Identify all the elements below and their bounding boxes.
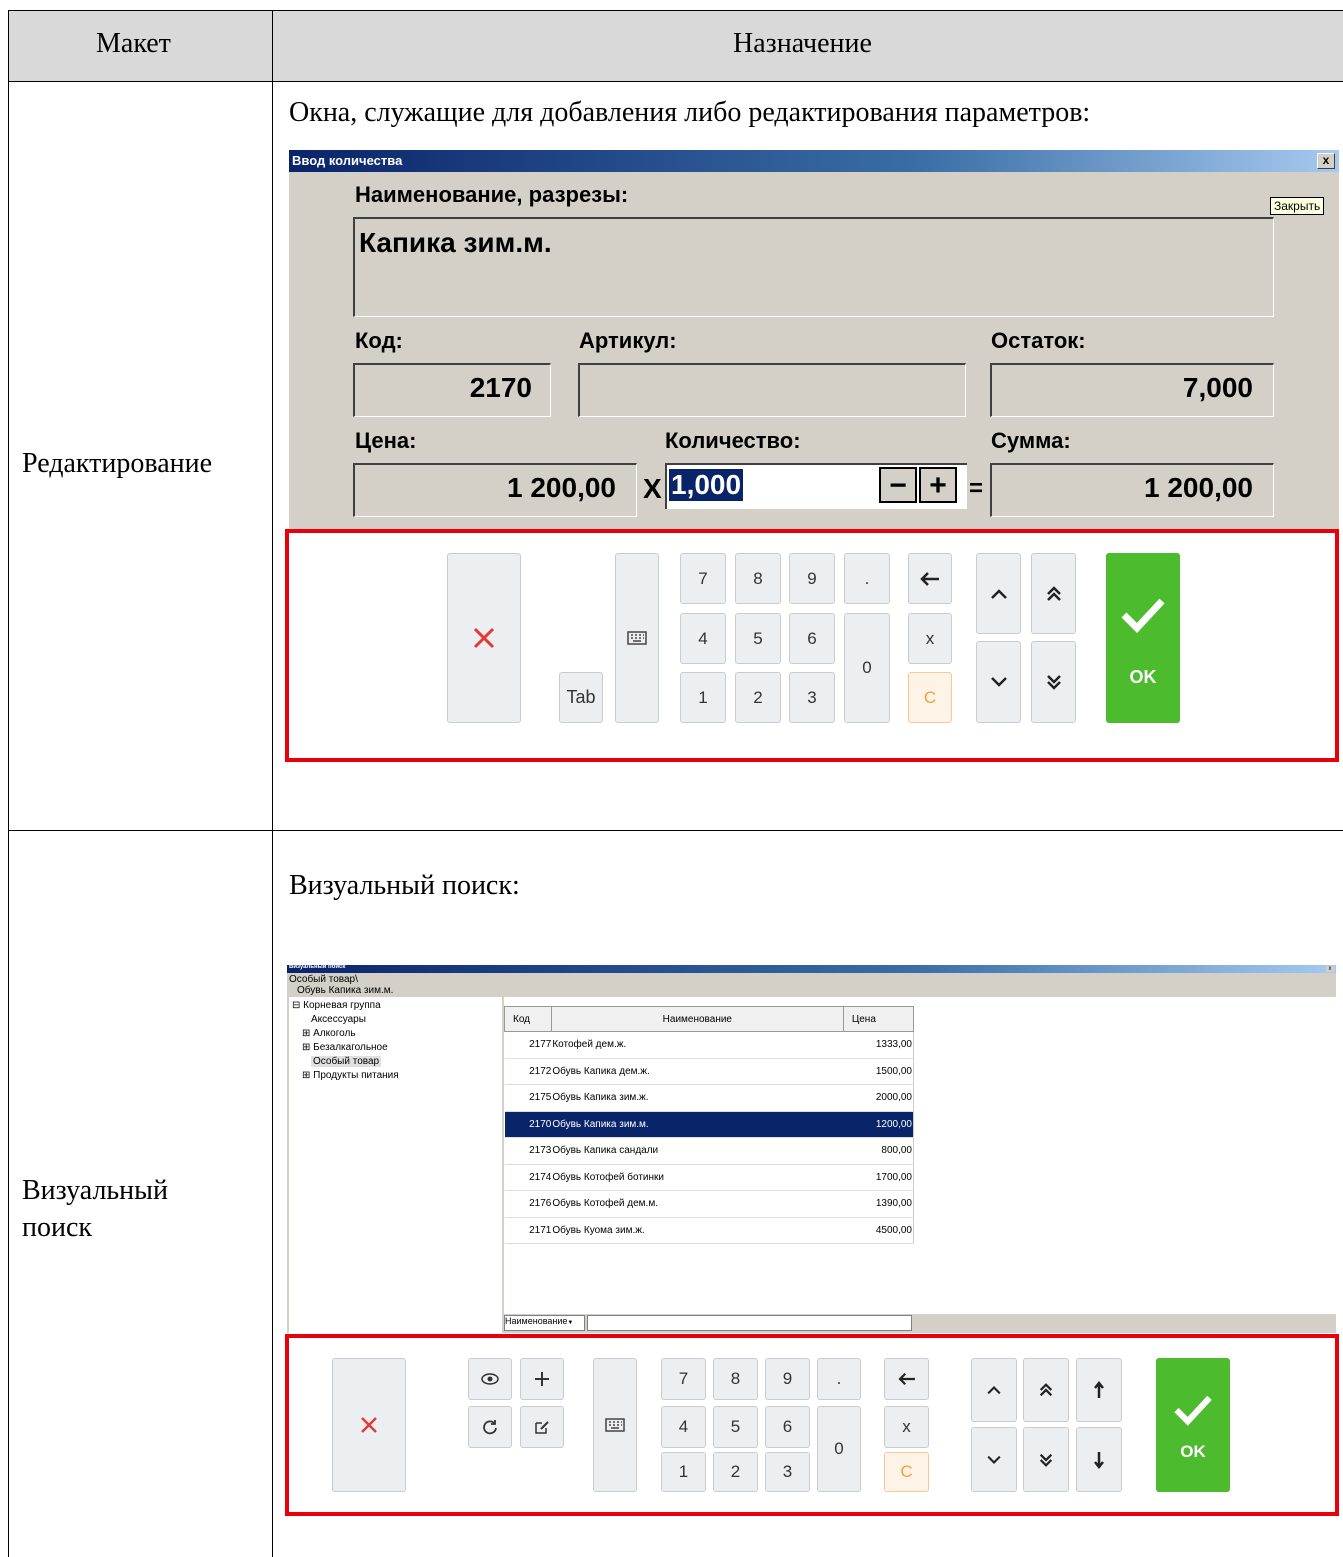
cell-code: 2175	[504, 1084, 552, 1112]
table-row[interactable]: 2177 Котофей дем.ж. 1333,00	[504, 1031, 915, 1059]
table-border-left	[8, 10, 9, 1557]
price-value: 1 200,00	[507, 472, 616, 503]
quantity-label: Количество:	[665, 428, 801, 453]
multiply-sign: X	[643, 473, 662, 504]
cell-price: 1390,00	[843, 1190, 915, 1218]
dropdown-arrow-icon: ▼	[567, 1320, 574, 1326]
article-field[interactable]	[578, 363, 966, 417]
cell-code: 2172	[504, 1058, 552, 1085]
keypad-highlight-frame-2	[285, 1334, 1339, 1516]
name-field: Капика зим.м.	[353, 217, 1274, 317]
article-label: Артикул:	[579, 328, 677, 353]
search-close-icon[interactable]: x	[1326, 966, 1334, 972]
cell-name: Обувь Капика зим.м.	[551, 1111, 844, 1138]
cell-price: 2000,00	[843, 1084, 915, 1112]
name-value: Капика зим.м.	[359, 227, 552, 258]
tree-item[interactable]: ⊞ Алкоголь	[302, 1028, 356, 1039]
dialog-title: Ввод количества	[292, 153, 403, 168]
cell-code: 2173	[504, 1137, 552, 1165]
search-window-title: Визуальный поиск	[289, 964, 346, 970]
header-layout: Макет	[96, 28, 171, 59]
price-label: Цена:	[355, 428, 417, 453]
sum-field: 1 200,00	[990, 463, 1274, 517]
search-field-select[interactable]: Наименование▼	[504, 1315, 585, 1331]
cell-name: Обувь Куома зим.ж.	[551, 1217, 844, 1244]
table-row[interactable]: 2170 Обувь Капика зим.м. 1200,00	[504, 1111, 915, 1138]
cell-price: 1700,00	[843, 1164, 915, 1191]
dialog-titlebar: Ввод количества	[289, 150, 1339, 172]
quantity-dialog: Ввод количества x Закрыть Наименование, …	[289, 150, 1339, 530]
row-label-visual-search-1: Визуальный	[22, 1175, 168, 1206]
row-label-visual-search-2: поиск	[22, 1212, 92, 1243]
col-code[interactable]: Код	[504, 1006, 552, 1032]
search-field-value: Наименование	[505, 1316, 568, 1326]
row1-intro: Окна, служащие для добавления либо редак…	[289, 97, 1091, 128]
visual-search-window: Визуальный поиск x Особый товар\ Обувь К…	[287, 964, 1336, 1333]
table-row[interactable]: 2171 Обувь Куома зим.ж. 4500,00	[504, 1217, 915, 1244]
table-column-divider	[272, 10, 273, 1557]
search-input[interactable]	[587, 1315, 912, 1331]
name-label: Наименование, разрезы:	[355, 182, 629, 207]
sum-label: Сумма:	[991, 428, 1071, 453]
cell-price: 1333,00	[843, 1031, 915, 1059]
path-line-2: Обувь Капика зим.м.	[297, 985, 394, 996]
table-row-divider	[8, 830, 1343, 831]
stock-field: 7,000	[990, 363, 1274, 417]
table-row[interactable]: 2176 Обувь Котофей дем.м. 1390,00	[504, 1190, 915, 1218]
goods-table: Код Наименование Цена 2177 Котофей дем.ж.…	[504, 1006, 915, 1244]
tree-item[interactable]: ⊞ Безалкагольное	[302, 1042, 388, 1053]
header-purpose: Назначение	[733, 28, 872, 59]
group-tree: ⊟ Корневая группа Аксессуары ⊞ Алкоголь …	[289, 997, 502, 1333]
table-row[interactable]: 2175 Обувь Капика зим.ж. 2000,00	[504, 1084, 915, 1112]
goods-grid: Код Наименование Цена 2177 Котофей дем.ж.…	[504, 997, 1336, 1314]
close-tooltip: Закрыть	[1270, 197, 1325, 215]
tree-item[interactable]: ⊞ Продукты питания	[302, 1070, 399, 1081]
search-titlebar: Визуальный поиск	[287, 964, 1336, 973]
cell-name: Обувь Котофей ботинки	[551, 1164, 844, 1191]
code-value: 2170	[469, 372, 532, 403]
cell-name: Котофей дем.ж.	[551, 1031, 844, 1059]
cell-name: Обувь Котофей дем.м.	[551, 1190, 844, 1218]
cell-price: 1500,00	[843, 1058, 915, 1085]
tree-item[interactable]: Аксессуары	[311, 1014, 366, 1025]
keypad-highlight-frame	[285, 529, 1339, 762]
cell-code: 2171	[504, 1217, 552, 1244]
quantity-input[interactable]: 1,000 − +	[665, 463, 967, 509]
tree-item-selected[interactable]: Особый товар	[311, 1056, 382, 1067]
minus-button[interactable]: −	[879, 467, 917, 503]
sum-value: 1 200,00	[1144, 472, 1253, 503]
table-row[interactable]: 2172 Обувь Капика дем.ж. 1500,00	[504, 1058, 915, 1085]
tree-item-root[interactable]: ⊟ Корневая группа	[292, 1000, 381, 1011]
cell-price: 800,00	[843, 1137, 915, 1165]
table-row[interactable]: 2173 Обувь Капика сандали 800,00	[504, 1137, 915, 1165]
path-line-1: Особый товар\	[289, 974, 358, 985]
cell-code: 2177	[504, 1031, 552, 1059]
col-price[interactable]: Цена	[842, 1006, 915, 1032]
price-field: 1 200,00	[353, 463, 637, 517]
cell-name: Обувь Капика сандали	[551, 1137, 844, 1165]
code-label: Код:	[355, 328, 403, 353]
quantity-value: 1,000	[669, 469, 744, 501]
table-row[interactable]: 2174 Обувь Котофей ботинки 1700,00	[504, 1164, 915, 1191]
plus-button[interactable]: +	[919, 467, 957, 503]
row-label-editing: Редактирование	[22, 448, 213, 479]
close-icon[interactable]: x	[1317, 153, 1335, 169]
cell-code: 2174	[504, 1164, 552, 1191]
equals-sign: =	[969, 475, 984, 502]
cell-name: Обувь Капика дем.ж.	[551, 1058, 844, 1085]
cell-code: 2170	[504, 1111, 552, 1138]
stock-label: Остаток:	[991, 328, 1086, 353]
cell-price: 4500,00	[843, 1217, 915, 1244]
table-header	[8, 10, 1343, 82]
row2-intro: Визуальный поиск:	[289, 870, 520, 901]
cell-name: Обувь Капика зим.ж.	[551, 1084, 844, 1112]
stock-value: 7,000	[1182, 372, 1253, 403]
code-field: 2170	[353, 363, 551, 417]
cell-price: 1200,00	[843, 1111, 915, 1138]
col-name[interactable]: Наименование	[550, 1006, 844, 1032]
cell-code: 2176	[504, 1190, 552, 1218]
